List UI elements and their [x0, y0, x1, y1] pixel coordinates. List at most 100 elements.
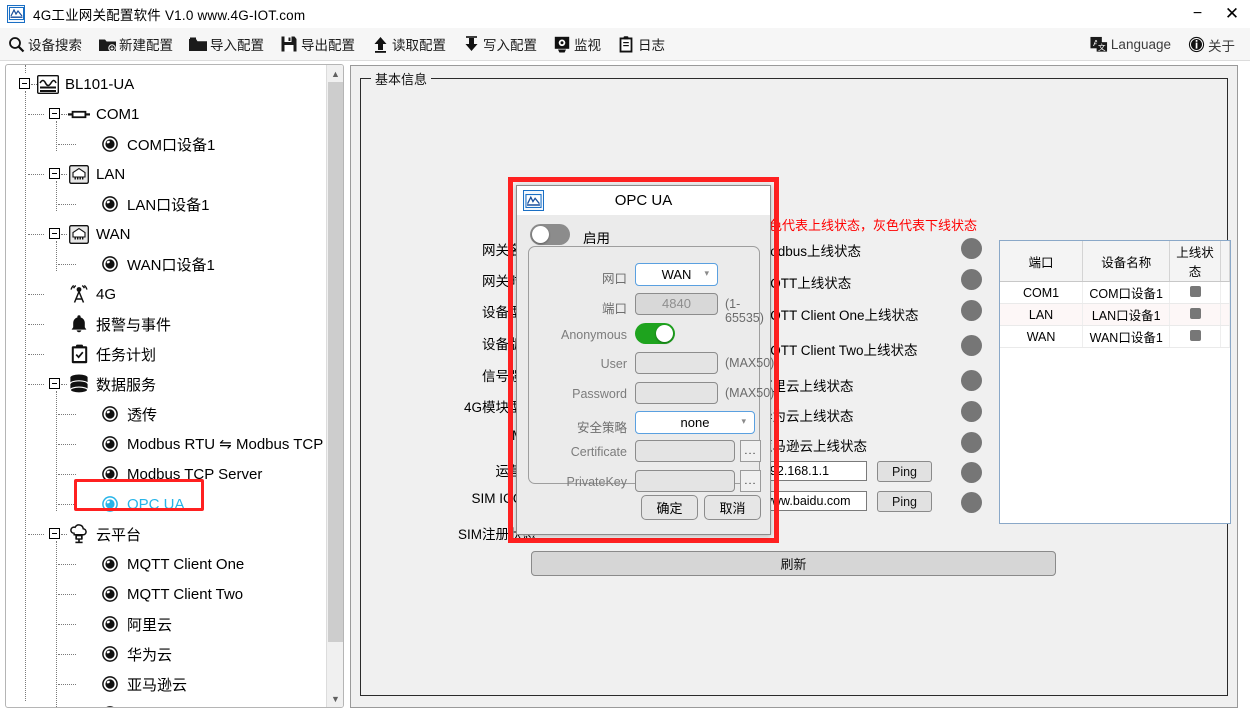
- tree-expander[interactable]: [49, 228, 60, 239]
- toolbar-item-new-config[interactable]: 新建配置: [91, 28, 182, 61]
- certificate-input[interactable]: [635, 440, 735, 462]
- column-header-spacer: [1220, 241, 1231, 282]
- private-key-input[interactable]: [635, 470, 735, 492]
- tree-expander[interactable]: [49, 528, 60, 539]
- node-icon: [99, 643, 121, 665]
- node-icon: [99, 463, 121, 485]
- toolbar-label: Language: [1110, 37, 1171, 52]
- toolbar-item-device-search[interactable]: 设备搜索: [0, 28, 91, 61]
- tree-connector: [58, 594, 76, 595]
- tree-expander[interactable]: [49, 378, 60, 389]
- scroll-thumb[interactable]: [328, 82, 343, 642]
- tree-item-label: COM口设备1: [127, 136, 216, 154]
- close-button[interactable]: ✕: [1214, 0, 1250, 28]
- tree-connector: [58, 264, 76, 265]
- network-interface-select[interactable]: WAN ▾: [635, 263, 718, 286]
- status-dot-aliyun: [961, 370, 982, 391]
- table-row[interactable]: WAN WAN口设备1: [1000, 325, 1231, 348]
- status-label-mqtt-two: MQTT Client Two上线状态: [759, 343, 918, 358]
- toolbar-item-read-config[interactable]: 读取配置: [364, 28, 455, 61]
- toggle-knob: [532, 226, 549, 243]
- tree-connector: [28, 234, 44, 235]
- cell-name: COM口设备1: [1082, 281, 1171, 304]
- tree-connector: [56, 391, 57, 511]
- tree-connector: [61, 234, 67, 235]
- label-network-interface: 网口: [601, 272, 627, 286]
- app-logo-icon: [523, 190, 544, 211]
- device-icon: [37, 73, 59, 95]
- node-icon: [99, 403, 121, 425]
- node-icon: [99, 553, 121, 575]
- anonymous-toggle[interactable]: [635, 323, 675, 344]
- tree-item-label: 阿里云: [127, 616, 173, 634]
- tree-connector: [58, 444, 76, 445]
- cancel-button[interactable]: 取消: [704, 495, 761, 520]
- ethernet-icon: [68, 223, 90, 245]
- tree-expander[interactable]: [19, 78, 30, 89]
- ethernet-icon: [68, 163, 90, 185]
- label-private-key: PrivateKey: [566, 475, 627, 489]
- private-key-browse-button[interactable]: ...: [740, 470, 761, 492]
- cell-name: LAN口设备1: [1082, 303, 1171, 326]
- toolbar-label: 关于: [1208, 38, 1235, 54]
- status-square-icon: [1189, 285, 1201, 297]
- minimize-button[interactable]: −: [1181, 0, 1214, 28]
- tree-connector: [58, 504, 76, 505]
- device-tree-panel[interactable]: BL101-UA COM1 COM口设备1 LAN LAN口设备1 WAN WAN口设备1 4…: [5, 64, 344, 708]
- status-square-icon: [1189, 329, 1201, 341]
- device-status-table[interactable]: 端口 设备名称 上线状态 COM1 COM口设备1 LAN LAN口设备1 WAN WAN…: [999, 240, 1231, 524]
- toolbar-item-write-config[interactable]: 写入配置: [455, 28, 546, 61]
- tree-connector: [28, 534, 44, 535]
- tree-item-label: 透传: [127, 406, 158, 424]
- port-input-value: 4840: [662, 296, 691, 311]
- tree-expander[interactable]: [49, 108, 60, 119]
- user-input[interactable]: [635, 352, 718, 374]
- toolbar-item-log[interactable]: 日志: [610, 28, 674, 61]
- cell-port: COM1: [1000, 281, 1084, 304]
- enable-toggle[interactable]: [530, 224, 570, 245]
- toolbar-item-about[interactable]: 关于: [1180, 28, 1244, 61]
- cell-status: [1169, 325, 1221, 348]
- refresh-button[interactable]: 刷新: [531, 551, 1056, 576]
- clipboard-icon: [68, 343, 90, 365]
- toolbar-label: 日志: [638, 38, 665, 53]
- tree-connector: [28, 354, 44, 355]
- security-policy-select[interactable]: none ▾: [635, 411, 755, 434]
- toolbar-item-import-config[interactable]: 导入配置: [182, 28, 273, 61]
- tree-expander[interactable]: [49, 168, 60, 179]
- tree-connector: [58, 204, 76, 205]
- scroll-down-arrow[interactable]: ▼: [327, 690, 343, 707]
- certificate-browse-button[interactable]: ...: [740, 440, 761, 462]
- tree-item-21[interactable]: 金鸽MQTT: [99, 694, 200, 707]
- tree-connector: [58, 414, 76, 415]
- toolbar-item-export-config[interactable]: 导出配置: [273, 28, 364, 61]
- status-dot-mqtt-two: [961, 335, 982, 356]
- table-row[interactable]: COM1 COM口设备1: [1000, 281, 1231, 304]
- app-logo-glyph: [525, 193, 542, 208]
- node-icon: [99, 613, 121, 635]
- node-icon: [99, 193, 121, 215]
- ping-button-1[interactable]: Ping: [877, 461, 932, 482]
- tree-connector: [56, 541, 57, 707]
- log-icon: [617, 35, 635, 53]
- tree-scrollbar[interactable]: ▲ ▼: [326, 65, 343, 707]
- toolbar-item-language[interactable]: A文 Language: [1083, 28, 1180, 61]
- tree-connector: [58, 684, 76, 685]
- opc-ua-dialog[interactable]: OPC UA 启用 网口 WAN ▾ 端口 4840 (1-65535) Ano…: [516, 185, 774, 535]
- toolbar-label: 设备搜索: [28, 38, 82, 53]
- tree-connector: [61, 174, 67, 175]
- table-row[interactable]: LAN LAN口设备1: [1000, 303, 1231, 326]
- ok-button[interactable]: 确定: [641, 495, 698, 520]
- tree-connector: [58, 144, 76, 145]
- password-input[interactable]: [635, 382, 718, 404]
- scroll-up-arrow[interactable]: ▲: [327, 65, 343, 82]
- tree-item-label: 数据服务: [96, 376, 157, 394]
- info-icon: [1187, 36, 1205, 54]
- ping-button-2[interactable]: Ping: [877, 491, 932, 512]
- device-tree[interactable]: BL101-UA COM1 COM口设备1 LAN LAN口设备1 WAN WAN口设备1 4…: [6, 65, 326, 707]
- dialog-title-bar: OPC UA: [517, 186, 770, 215]
- toolbar-item-monitor[interactable]: 监视: [546, 28, 610, 61]
- label-port: 端口: [601, 302, 627, 316]
- tree-item-6[interactable]: WAN口设备1: [99, 244, 215, 284]
- cell-port: WAN: [1000, 325, 1084, 348]
